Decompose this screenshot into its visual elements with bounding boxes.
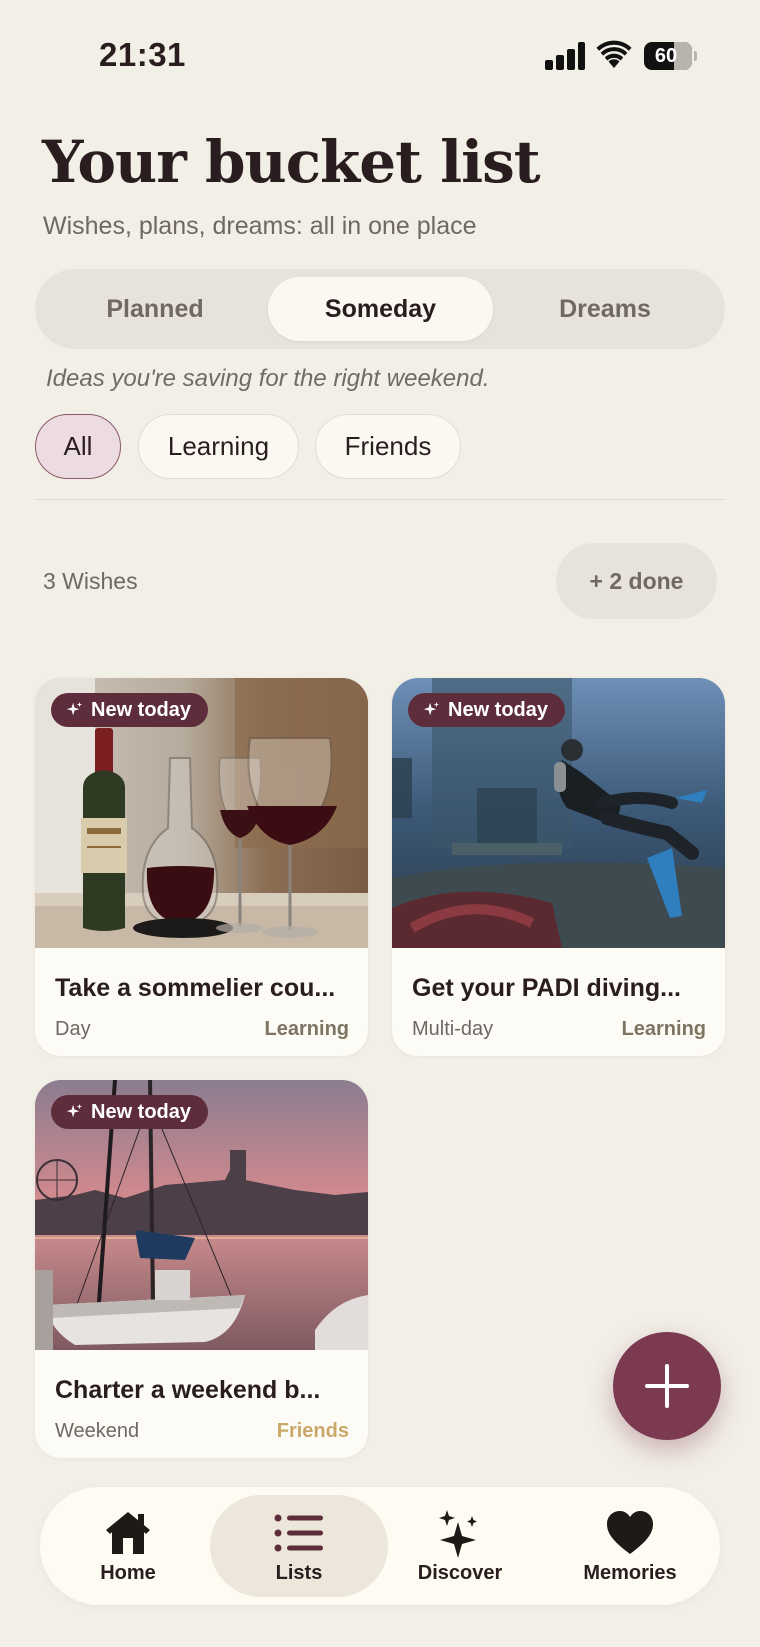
page-title: Your bucket list bbox=[42, 128, 541, 196]
badge-label: New today bbox=[91, 698, 192, 721]
add-wish-button[interactable] bbox=[613, 1332, 721, 1440]
done-toggle-button[interactable]: + 2 done bbox=[556, 543, 717, 619]
card-title: Get your PADI diving... bbox=[412, 974, 682, 1002]
home-icon bbox=[106, 1511, 150, 1554]
card-category: Learning bbox=[621, 1018, 706, 1040]
card-category: Learning bbox=[264, 1018, 349, 1040]
new-today-badge: New today bbox=[51, 693, 209, 727]
filter-chip-learning[interactable]: Learning bbox=[138, 414, 299, 479]
nav-home-label: Home bbox=[100, 1561, 156, 1584]
status-bar: 21:31 60 bbox=[0, 0, 760, 110]
sparkle-icon bbox=[423, 701, 440, 716]
page-subtitle: Wishes, plans, dreams: all in one place bbox=[43, 212, 477, 240]
sparkle-icon bbox=[66, 1103, 83, 1118]
bottom-nav: Home Lists Discover Memories bbox=[40, 1487, 720, 1605]
wish-card-charter-boat[interactable]: New today Charter a weekend b... Weekend… bbox=[35, 1080, 368, 1458]
heart-icon bbox=[607, 1510, 653, 1554]
badge-label: New today bbox=[91, 1100, 192, 1123]
nav-home[interactable]: Home bbox=[60, 1495, 196, 1597]
sparkles-icon bbox=[439, 1509, 477, 1558]
plus-icon bbox=[645, 1364, 689, 1408]
filter-chip-all[interactable]: All bbox=[35, 414, 121, 479]
battery-cap bbox=[694, 51, 697, 61]
battery-level: 60 bbox=[654, 45, 678, 67]
nav-memories[interactable]: Memories bbox=[556, 1495, 704, 1597]
sparkle-icon bbox=[66, 701, 83, 716]
filter-chip-friends[interactable]: Friends bbox=[315, 414, 461, 479]
nav-memories-label: Memories bbox=[583, 1561, 677, 1584]
badge-label: New today bbox=[448, 698, 549, 721]
card-duration: Day bbox=[55, 1018, 91, 1040]
new-today-badge: New today bbox=[51, 1095, 209, 1129]
card-duration: Multi-day bbox=[412, 1018, 494, 1040]
list-icon bbox=[274, 1514, 323, 1551]
wish-card-sommelier[interactable]: New today Take a sommelier cou... Day Le… bbox=[35, 678, 368, 1056]
card-duration: Weekend bbox=[55, 1420, 140, 1442]
tab-planned[interactable]: Planned bbox=[43, 277, 267, 341]
nav-lists-label: Lists bbox=[275, 1561, 323, 1584]
nav-discover[interactable]: Discover bbox=[392, 1495, 528, 1597]
tab-someday[interactable]: Someday bbox=[268, 277, 493, 341]
nav-lists[interactable]: Lists bbox=[210, 1495, 388, 1597]
wifi-icon bbox=[596, 40, 632, 68]
wish-count: 3 Wishes bbox=[43, 568, 138, 594]
cellular-signal-icon bbox=[545, 42, 585, 70]
status-time: 21:31 bbox=[99, 36, 186, 73]
wish-card-padi-diving[interactable]: New today Get your PADI diving... Multi-… bbox=[392, 678, 725, 1056]
card-title: Charter a weekend b... bbox=[55, 1376, 321, 1404]
card-title: Take a sommelier cou... bbox=[55, 974, 336, 1002]
battery-icon: 60 bbox=[644, 42, 692, 70]
segment-helper-text: Ideas you're saving for the right weeken… bbox=[46, 365, 490, 392]
new-today-badge: New today bbox=[408, 693, 566, 727]
divider bbox=[35, 499, 725, 500]
segmented-control: Planned Someday Dreams bbox=[35, 269, 725, 349]
tab-dreams[interactable]: Dreams bbox=[493, 277, 717, 341]
card-category: Friends bbox=[276, 1420, 349, 1442]
nav-discover-label: Discover bbox=[417, 1561, 503, 1584]
